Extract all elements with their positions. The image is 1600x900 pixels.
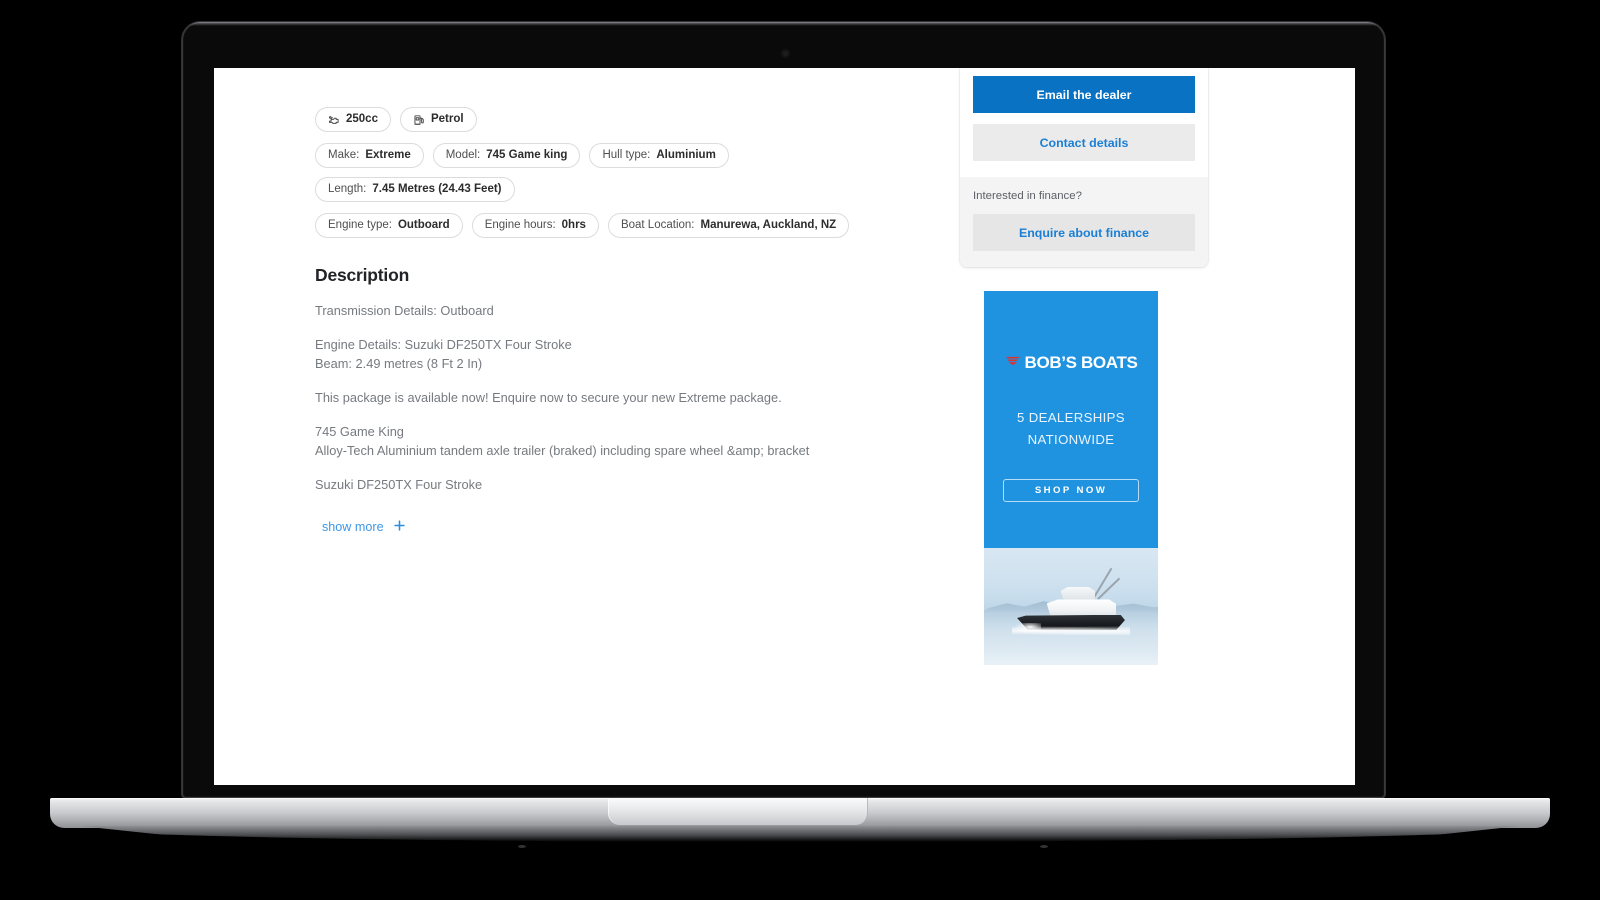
laptop-lid-notch <box>608 798 868 825</box>
detail-chip-length[interactable]: Length: 7.45 Metres (24.43 Feet) <box>315 177 515 202</box>
advertisement-tagline-line2: NATIONWIDE <box>1027 432 1115 447</box>
advertisement-boat-photo <box>984 548 1158 665</box>
photo-boat-bow-wave <box>1013 622 1042 634</box>
detail-chip-make-value: Extreme <box>365 148 411 161</box>
red-swoosh-icon <box>1005 354 1022 373</box>
email-dealer-button[interactable]: Email the dealer <box>973 76 1195 113</box>
advertisement-brand-name: BOB’S BOATS <box>1024 353 1138 372</box>
show-more-button[interactable]: show more <box>322 518 406 535</box>
description-paragraph: This package is available now! Enquire n… <box>315 390 782 405</box>
advertisement-banner[interactable]: BOB’S BOATS 5 DEALERSHIPS NATIONWIDE SHO… <box>984 291 1158 665</box>
description-paragraph: 745 Game King Alloy-Tech Aluminium tande… <box>315 424 810 458</box>
description-section: Description Transmission Details: Outboa… <box>315 265 915 536</box>
photo-boat-outrigger <box>1097 578 1121 601</box>
show-more-label: show more <box>322 519 384 534</box>
detail-chip-engine-type[interactable]: Engine type: Outboard <box>315 213 463 238</box>
shop-now-button[interactable]: SHOP NOW <box>1003 479 1139 502</box>
listing-main-column: 250cc Petrol Make: Extreme Model: 745 Ga… <box>315 107 915 536</box>
finance-question-label: Interested in finance? <box>973 190 1082 202</box>
detail-chip-engine-hours-value: 0hrs <box>561 218 586 231</box>
detail-chip-model-value: 745 Game king <box>486 148 568 161</box>
contact-details-button[interactable]: Contact details <box>973 124 1195 161</box>
browser-viewport: 250cc Petrol Make: Extreme Model: 745 Ga… <box>214 68 1355 785</box>
spec-chip-engine-label: 250cc <box>346 112 378 125</box>
detail-chip-model[interactable]: Model: 745 Game king <box>432 143 581 168</box>
detail-chip-engine-hours-key: Engine hours: <box>484 218 556 231</box>
laptop-base-screw <box>1040 845 1048 848</box>
detail-chip-engine-type-value: Outboard <box>397 218 450 231</box>
detail-chip-length-value: 7.45 Metres (24.43 Feet) <box>372 182 502 195</box>
description-heading: Description <box>315 265 410 285</box>
description-paragraph: Transmission Details: Outboard <box>315 303 494 318</box>
engine-icon <box>328 114 340 126</box>
detail-chip-hull-type[interactable]: Hull type: Aluminium <box>589 143 729 168</box>
fuel-pump-icon <box>413 114 425 126</box>
listing-page: 250cc Petrol Make: Extreme Model: 745 Ga… <box>214 68 1355 785</box>
listing-sidebar: Email the dealer Contact details Interes… <box>960 68 1208 665</box>
detail-chip-engine-type-key: Engine type: <box>328 218 392 231</box>
detail-chip-hull-type-key: Hull type: <box>602 148 651 161</box>
detail-chip-hull-type-value: Aluminium <box>656 148 716 161</box>
contact-card-buttons: Email the dealer Contact details <box>960 68 1208 177</box>
description-paragraph: Suzuki DF250TX Four Stroke <box>315 477 483 492</box>
laptop-mockup: 250cc Petrol Make: Extreme Model: 745 Ga… <box>0 0 1600 900</box>
finance-section: Interested in finance? Enquire about fin… <box>960 177 1208 267</box>
spec-chip-fuel-label: Petrol <box>430 112 464 125</box>
shop-now-label: SHOP NOW <box>1034 485 1108 496</box>
laptop-base-screw <box>518 845 526 848</box>
spec-chip-row: 250cc Petrol <box>315 107 915 132</box>
detail-chip-model-key: Model: <box>445 148 481 161</box>
detail-chip-boat-location-key: Boat Location: <box>620 218 695 231</box>
advertisement-tagline: 5 DEALERSHIPS NATIONWIDE <box>1017 407 1125 451</box>
detail-chip-make-key: Make: <box>328 148 360 161</box>
photo-boat-flybridge <box>1060 586 1096 601</box>
spec-chip-fuel[interactable]: Petrol <box>399 107 477 132</box>
description-paragraph: Engine Details: Suzuki DF250TX Four Stro… <box>315 337 572 371</box>
laptop-lid: 250cc Petrol Make: Extreme Model: 745 Ga… <box>182 22 1385 798</box>
detail-chip-make[interactable]: Make: Extreme <box>315 143 424 168</box>
advertisement-content: BOB’S BOATS 5 DEALERSHIPS NATIONWIDE SHO… <box>984 291 1158 548</box>
plus-icon <box>393 518 406 535</box>
enquire-finance-button[interactable]: Enquire about finance <box>973 214 1195 251</box>
detail-chip-length-key: Length: <box>328 182 367 195</box>
detail-chip-row-1: Make: Extreme Model: 745 Game king Hull … <box>315 143 915 202</box>
detail-chip-boat-location[interactable]: Boat Location: Manurewa, Auckland, NZ <box>607 213 850 238</box>
detail-chip-engine-hours[interactable]: Engine hours: 0hrs <box>471 213 599 238</box>
advertisement-logo: BOB’S BOATS <box>1005 353 1138 373</box>
advertisement-tagline-line1: 5 DEALERSHIPS <box>1017 410 1125 425</box>
webcam-icon <box>783 51 788 56</box>
spec-chip-engine[interactable]: 250cc <box>315 107 391 132</box>
contact-card: Email the dealer Contact details Interes… <box>960 68 1208 267</box>
detail-chip-boat-location-value: Manurewa, Auckland, NZ <box>700 218 837 231</box>
photo-boat-cabin <box>1046 599 1117 618</box>
detail-chip-row-2: Engine type: Outboard Engine hours: 0hrs… <box>315 213 915 238</box>
